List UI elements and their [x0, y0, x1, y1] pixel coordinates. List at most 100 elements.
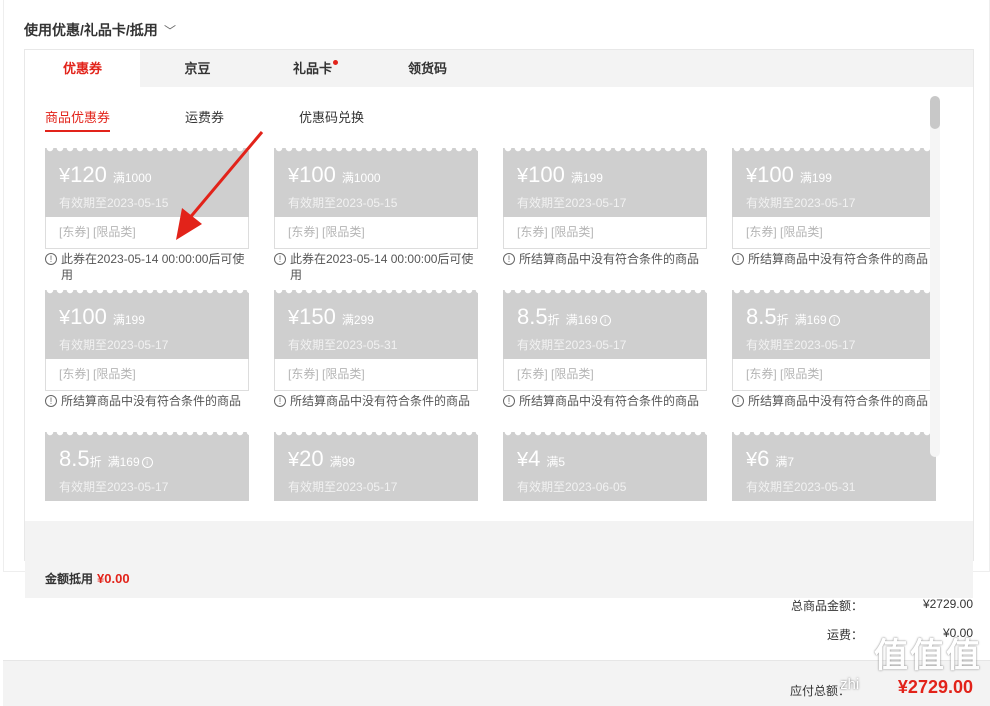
- info-icon[interactable]: i: [141, 457, 153, 468]
- coupon-card[interactable]: ¥100 满1000 有效期至2023-05-15 [东券] [限品类]! 此券在202…: [274, 148, 478, 283]
- coupon-value: ¥100 满199: [746, 162, 832, 188]
- coupon-condition: 满99: [329, 455, 355, 469]
- coupon-card[interactable]: ¥100 满199 有效期至2023-05-17 [东券] [限品类]! 所结算商品中没…: [503, 148, 707, 267]
- coupon-value: ¥20 满99: [288, 446, 355, 472]
- currency-symbol: ¥: [517, 165, 529, 187]
- coupon-note-text: 所结算商品中没有符合条件的商品: [290, 394, 471, 408]
- coupon-note: ! 此券在2023-05-14 00:00:00后可使用: [45, 251, 249, 283]
- coupon-expiry: 有效期至2023-05-17: [517, 338, 627, 352]
- coupon-card[interactable]: 8.5折 满169 i 有效期至2023-05-17: [45, 432, 249, 501]
- summary-goods-label: 总商品金额：: [790, 599, 863, 613]
- coupon-value: ¥100 满199: [59, 304, 145, 330]
- coupon-note-text: 所结算商品中没有符合条件的商品: [748, 252, 929, 266]
- scrollbar-thumb[interactable]: [930, 96, 940, 129]
- info-circle-icon: !: [45, 395, 57, 407]
- info-circle-icon: !: [274, 395, 286, 407]
- discount-panel: 优惠券 京豆 礼品卡 领货码 商品优惠券 运费券 优惠码兑换 ¥120 满1000…: [24, 49, 974, 598]
- deduction-label: 金额抵用 ¥0.00: [45, 571, 130, 586]
- coupon-tags: [东券] [限品类]: [45, 359, 249, 391]
- coupon-expiry: 有效期至2023-05-17: [288, 480, 398, 494]
- coupon-note-text: 所结算商品中没有符合条件的商品: [61, 394, 242, 408]
- coupon-card[interactable]: 8.5折 满169 i 有效期至2023-05-17 [东券] [限品类]! 所结算商品中…: [732, 290, 936, 409]
- coupon-condition: 满169: [794, 313, 827, 327]
- coupon-condition: 满169: [565, 313, 598, 327]
- currency-symbol: ¥: [288, 449, 300, 471]
- coupon-condition: 满169: [107, 455, 140, 469]
- coupon-face: ¥150 满299 有效期至2023-05-31: [274, 290, 478, 359]
- coupon-face: ¥100 满1000 有效期至2023-05-15: [274, 148, 478, 217]
- watermark-url: zhi: [840, 676, 860, 693]
- coupon-value: ¥4 满5: [517, 446, 565, 472]
- info-circle-icon: !: [503, 253, 515, 265]
- subtab-redeem-code[interactable]: 优惠码兑换: [299, 107, 364, 132]
- coupon-card[interactable]: ¥150 满299 有效期至2023-05-31 [东券] [限品类]! 所结算商品中没…: [274, 290, 478, 409]
- coupon-amount: 120: [70, 162, 107, 187]
- coupon-note: ! 所结算商品中没有符合条件的商品: [274, 393, 478, 409]
- coupon-card[interactable]: ¥100 满199 有效期至2023-05-17 [东券] [限品类]! 所结算商品中没…: [732, 148, 936, 267]
- summary-goods-value: ¥2729.00: [922, 597, 973, 611]
- coupon-face: ¥100 满199 有效期至2023-05-17: [732, 148, 936, 217]
- chevron-up-icon[interactable]: ︿: [164, 22, 176, 39]
- currency-symbol: ¥: [746, 449, 758, 471]
- coupon-condition: 满199: [112, 313, 145, 327]
- coupon-face: ¥6 满7 有效期至2023-05-31: [732, 432, 936, 501]
- coupon-amount: 150: [299, 304, 336, 329]
- tab-jingdou[interactable]: 京豆: [140, 50, 255, 87]
- coupon-expiry: 有效期至2023-05-31: [288, 338, 398, 352]
- coupon-amount: 8.5: [517, 304, 548, 329]
- section-title-text: 使用优惠/礼品卡/抵用: [24, 22, 158, 38]
- coupon-value: 8.5折 满169 i: [517, 304, 611, 330]
- currency-symbol: ¥: [746, 165, 758, 187]
- coupon-tags: [东券] [限品类]: [732, 359, 936, 391]
- coupon-note: ! 所结算商品中没有符合条件的商品: [732, 393, 936, 409]
- tab-gift-card[interactable]: 礼品卡: [255, 50, 370, 87]
- currency-symbol: ¥: [59, 165, 71, 187]
- coupon-amount: 100: [70, 304, 107, 329]
- coupon-note-text: 此券在2023-05-14 00:00:00后可使用: [61, 252, 245, 282]
- subtab-product-coupons[interactable]: 商品优惠券: [45, 107, 111, 132]
- coupon-condition: 满1000: [112, 171, 152, 185]
- coupon-amount: 20: [299, 446, 324, 471]
- coupon-face: ¥100 满199 有效期至2023-05-17: [45, 290, 249, 359]
- coupon-scrollbar[interactable]: [930, 96, 940, 457]
- currency-symbol: ¥: [59, 307, 71, 329]
- tab-body: 商品优惠券 运费券 优惠码兑换 ¥120 满1000 有效期至2023-05-15[…: [25, 87, 973, 598]
- deduction-bar: 金额抵用 ¥0.00: [25, 558, 973, 598]
- coupon-expiry: 有效期至2023-05-17: [517, 196, 627, 210]
- info-icon[interactable]: i: [828, 315, 840, 326]
- coupon-card[interactable]: ¥6 满7 有效期至2023-05-31: [732, 432, 936, 501]
- coupon-value: ¥100 满1000: [288, 162, 381, 188]
- coupon-note: ! 所结算商品中没有符合条件的商品: [503, 251, 707, 267]
- coupon-condition: 满199: [570, 171, 603, 185]
- coupon-card[interactable]: ¥4 满5 有效期至2023-06-05: [503, 432, 707, 501]
- coupon-card[interactable]: ¥20 满99 有效期至2023-05-17: [274, 432, 478, 501]
- coupon-value: 8.5折 满169 i: [59, 446, 153, 472]
- coupon-note-text: 所结算商品中没有符合条件的商品: [748, 394, 929, 408]
- coupon-note-text: 此券在2023-05-14 00:00:00后可使用: [290, 252, 474, 282]
- tab-pickup-code[interactable]: 领货码: [370, 50, 485, 87]
- coupon-card[interactable]: ¥100 满199 有效期至2023-05-17 [东券] [限品类]! 所结算商品中没…: [45, 290, 249, 409]
- coupon-expiry: 有效期至2023-05-15: [59, 196, 169, 210]
- coupon-unit: 折: [547, 313, 560, 327]
- info-circle-icon: !: [732, 253, 744, 265]
- coupon-tags: [东券] [限品类]: [732, 217, 936, 249]
- coupon-condition: 满199: [799, 171, 832, 185]
- summary-shipping-label: 运费：: [826, 628, 863, 642]
- coupon-card[interactable]: 8.5折 满169 i 有效期至2023-05-17 [东券] [限品类]! 所结算商品中…: [503, 290, 707, 409]
- section-title[interactable]: 使用优惠/礼品卡/抵用 ︿: [24, 20, 176, 40]
- coupon-note-text: 所结算商品中没有符合条件的商品: [519, 252, 700, 266]
- coupon-tags: [东券] [限品类]: [503, 359, 707, 391]
- info-circle-icon: !: [732, 395, 744, 407]
- pay-total-value: ¥2729.00: [897, 677, 973, 697]
- coupon-condition: 满5: [546, 455, 566, 469]
- coupon-condition: 满1000: [341, 171, 381, 185]
- coupon-value: ¥120 满1000: [59, 162, 152, 188]
- coupon-amount: 100: [757, 162, 794, 187]
- info-icon[interactable]: i: [599, 315, 611, 326]
- coupon-condition: 满7: [775, 455, 795, 469]
- deduction-value: ¥0.00: [97, 571, 130, 586]
- coupon-expiry: 有效期至2023-05-15: [288, 196, 398, 210]
- coupon-condition: 满299: [341, 313, 374, 327]
- tab-coupons[interactable]: 优惠券: [25, 50, 140, 87]
- coupon-tags: [东券] [限品类]: [274, 217, 478, 249]
